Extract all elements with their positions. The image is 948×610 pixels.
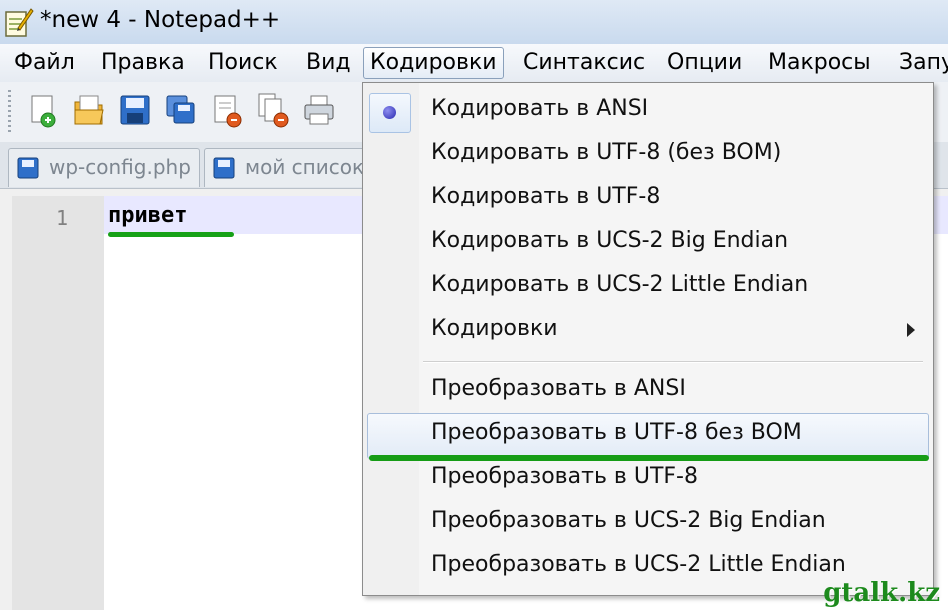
- notepad-app-icon: [5, 8, 34, 37]
- menu-item-encode-ansi[interactable]: Кодировать в ANSI: [363, 89, 933, 133]
- menu-item-convert-utf8-no-bom[interactable]: Преобразовать в UTF-8 без BOM: [367, 413, 929, 459]
- menu-item-label: Преобразовать в UCS-2 Little Endian: [431, 552, 846, 577]
- close-icon[interactable]: [210, 88, 244, 132]
- close-all-icon[interactable]: [256, 88, 290, 132]
- menu-view[interactable]: Вид: [300, 49, 357, 77]
- menu-item-label: Кодировать в UCS-2 Little Endian: [431, 272, 809, 297]
- save-icon[interactable]: [118, 88, 152, 132]
- menu-item-label: Преобразовать в UTF-8 без BOM: [431, 420, 802, 445]
- title-bar: *new 4 - Notepad++: [0, 0, 948, 44]
- menu-item-label: Кодировать в UTF-8: [431, 184, 661, 209]
- menu-search[interactable]: Поиск: [202, 49, 284, 77]
- menu-bar: Файл Правка Поиск Вид Кодировки Синтакси…: [0, 44, 948, 83]
- radio-dot-icon: [383, 106, 396, 119]
- menu-macros[interactable]: Макросы: [762, 49, 877, 77]
- menu-item-convert-ansi[interactable]: Преобразовать в ANSI: [363, 369, 933, 413]
- open-file-icon[interactable]: [72, 88, 106, 132]
- submenu-arrow-icon: [907, 323, 915, 337]
- menu-item-encode-utf8-no-bom[interactable]: Кодировать в UTF-8 (без BOM): [363, 133, 933, 177]
- line-number: 1: [56, 206, 69, 230]
- menu-options[interactable]: Опции: [661, 49, 748, 77]
- print-icon[interactable]: [302, 88, 336, 132]
- menu-item-label: Преобразовать в UTF-8: [431, 464, 698, 489]
- menu-encoding[interactable]: Кодировки: [363, 47, 504, 79]
- document-icon: [213, 157, 235, 179]
- menu-item-label: Преобразовать в ANSI: [431, 376, 686, 401]
- selected-radio-indicator: [369, 93, 411, 133]
- menu-item-label: Кодировки: [431, 316, 558, 341]
- menu-item-encode-ucs2-le[interactable]: Кодировать в UCS-2 Little Endian: [363, 265, 933, 309]
- menu-file[interactable]: Файл: [8, 49, 81, 77]
- document-icon: [17, 157, 39, 179]
- menu-separator: [423, 361, 923, 363]
- menu-edit[interactable]: Правка: [95, 49, 191, 77]
- menu-item-label: Преобразовать в UCS-2 Big Endian: [431, 508, 826, 533]
- window-title: *new 4 - Notepad++: [40, 7, 281, 33]
- toolbar-grip[interactable]: [8, 90, 11, 132]
- annotation-underline: [108, 232, 234, 237]
- menu-run[interactable]: Запу: [893, 49, 948, 77]
- editor-text[interactable]: привет: [108, 203, 187, 228]
- watermark: gtalk.kz: [823, 578, 940, 608]
- menu-item-convert-ucs2-be[interactable]: Преобразовать в UCS-2 Big Endian: [363, 501, 933, 545]
- menu-item-encode-ucs2-be[interactable]: Кодировать в UCS-2 Big Endian: [363, 221, 933, 265]
- tab-wp-config[interactable]: wp-config.php: [8, 148, 200, 187]
- menu-item-encode-utf8[interactable]: Кодировать в UTF-8: [363, 177, 933, 221]
- new-file-icon[interactable]: [26, 88, 60, 132]
- save-all-icon[interactable]: [164, 88, 198, 132]
- tab-label: мой список: [245, 155, 365, 179]
- menu-item-convert-utf8[interactable]: Преобразовать в UTF-8: [363, 457, 933, 501]
- menu-item-encodings-submenu[interactable]: Кодировки: [363, 309, 933, 353]
- menu-item-label: Кодировать в UCS-2 Big Endian: [431, 228, 789, 253]
- menu-item-label: Кодировать в UTF-8 (без BOM): [431, 140, 782, 165]
- menu-item-label: Кодировать в ANSI: [431, 96, 649, 121]
- menu-syntax[interactable]: Синтаксис: [517, 49, 651, 77]
- tab-label: wp-config.php: [49, 155, 191, 179]
- line-number-gutter: 1: [12, 196, 104, 610]
- encoding-dropdown-menu: Кодировать в ANSI Кодировать в UTF-8 (бе…: [362, 82, 934, 596]
